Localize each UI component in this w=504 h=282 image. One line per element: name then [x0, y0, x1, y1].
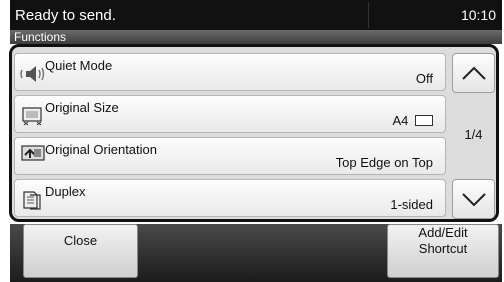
item-value: 1-sided — [390, 197, 433, 212]
item-label: Duplex — [45, 184, 86, 199]
status-message: Ready to send. — [15, 7, 116, 24]
item-label: Original Size — [45, 100, 119, 115]
duplex-icon — [23, 191, 41, 210]
scroll-controls: 1/4 — [452, 49, 495, 219]
original-size-button[interactable]: Original Size A4 — [14, 95, 446, 133]
chevron-down-icon — [462, 193, 486, 207]
item-label: Quiet Mode — [45, 58, 113, 73]
item-value: Top Edge on Top — [335, 155, 433, 170]
function-list-panel: Quiet Mode Off Original Size A4 Original… — [9, 44, 499, 222]
screen: Ready to send. 10:10 Functions Quiet Mod… — [0, 0, 504, 282]
scroll-down-button[interactable] — [452, 179, 495, 219]
quiet-mode-button[interactable]: Quiet Mode Off — [14, 53, 446, 91]
page-indicator: 1/4 — [464, 127, 483, 142]
chevron-up-icon — [462, 66, 486, 80]
function-list: Quiet Mode Off Original Size A4 Original… — [14, 49, 450, 219]
item-value: Off — [415, 71, 433, 86]
original-size-icon — [22, 107, 42, 126]
close-button[interactable]: Close — [23, 224, 138, 278]
item-value: A4 — [392, 113, 433, 128]
bottom-bar: Close Add/Edit Shortcut — [10, 224, 502, 282]
original-orientation-button[interactable]: Original Orientation Top Edge on Top — [14, 137, 446, 175]
shortcut-label-line1: Add/Edit — [418, 225, 468, 240]
orientation-icon — [21, 145, 45, 161]
scroll-up-button[interactable] — [452, 53, 495, 93]
shortcut-label-line2: Shortcut — [418, 241, 468, 256]
landscape-paper-icon — [415, 115, 433, 126]
duplex-button[interactable]: Duplex 1-sided — [14, 179, 446, 217]
add-edit-shortcut-button[interactable]: Add/Edit Shortcut — [387, 224, 499, 278]
section-label: Functions — [10, 30, 502, 44]
clock: 10:10 — [460, 7, 496, 23]
status-divider — [368, 2, 369, 28]
status-bar: Ready to send. 10:10 — [10, 0, 502, 30]
speaker-icon — [20, 66, 45, 82]
item-value-text: A4 — [392, 113, 409, 128]
item-label: Original Orientation — [45, 142, 157, 157]
